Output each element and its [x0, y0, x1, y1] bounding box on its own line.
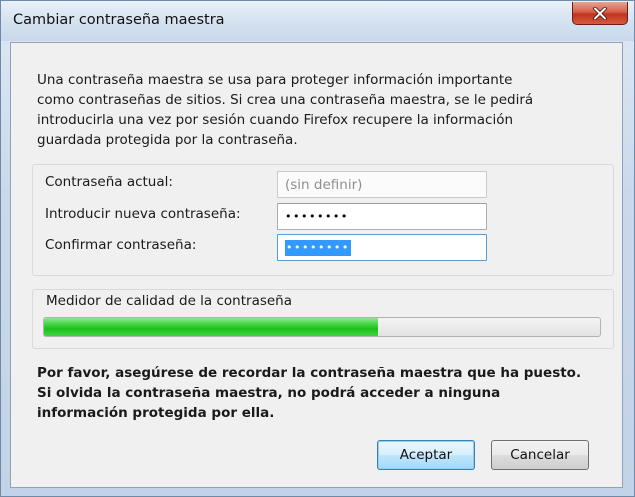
quality-meter-bar: [43, 317, 601, 337]
current-password-value: (sin definir): [285, 176, 363, 193]
intro-line: Una contraseña maestra se usa para prote…: [37, 72, 513, 88]
close-icon: [593, 6, 607, 20]
intro-line: guardada protegida por la contraseña.: [37, 132, 298, 148]
new-password-value: ••••••••: [285, 209, 349, 223]
title-bar[interactable]: Cambiar contraseña maestra: [1, 1, 634, 41]
window-title: Cambiar contraseña maestra: [13, 12, 225, 28]
dialog-content: Una contraseña maestra se usa para prote…: [10, 42, 623, 488]
password-fields-group: Contraseña actual: (sin definir) Introdu…: [32, 164, 614, 276]
warning-line: información protegida por ella.: [37, 405, 275, 421]
cancel-button[interactable]: Cancelar: [491, 440, 589, 470]
intro-line: introducirla una vez por sesión cuando F…: [37, 112, 514, 128]
intro-line: como contraseñas de sitios. Si crea una …: [37, 92, 534, 108]
quality-meter-label: Medidor de calidad de la contraseña: [46, 293, 293, 309]
confirm-password-value: ••••••••: [285, 239, 351, 256]
current-password-label: Contraseña actual:: [45, 174, 173, 190]
new-password-label: Introducir nueva contraseña:: [45, 206, 241, 222]
confirm-password-label: Confirmar contraseña:: [45, 237, 197, 253]
accept-button[interactable]: Aceptar: [377, 440, 475, 470]
quality-meter-fill: [44, 318, 378, 336]
quality-meter-group: Medidor de calidad de la contraseña: [32, 289, 614, 349]
current-password-field: (sin definir): [277, 171, 487, 198]
intro-text: Una contraseña maestra se usa para prote…: [37, 70, 617, 150]
confirm-password-field[interactable]: ••••••••: [277, 234, 487, 261]
close-button[interactable]: [572, 2, 628, 25]
warning-line: Si olvida la contraseña maestra, no podr…: [37, 385, 501, 401]
dialog-window: Cambiar contraseña maestra Una contraseñ…: [0, 0, 635, 497]
new-password-field[interactable]: ••••••••: [277, 203, 487, 230]
warning-line: Por favor, asegúrese de recordar la cont…: [37, 365, 582, 381]
warning-text: Por favor, asegúrese de recordar la cont…: [37, 363, 617, 423]
